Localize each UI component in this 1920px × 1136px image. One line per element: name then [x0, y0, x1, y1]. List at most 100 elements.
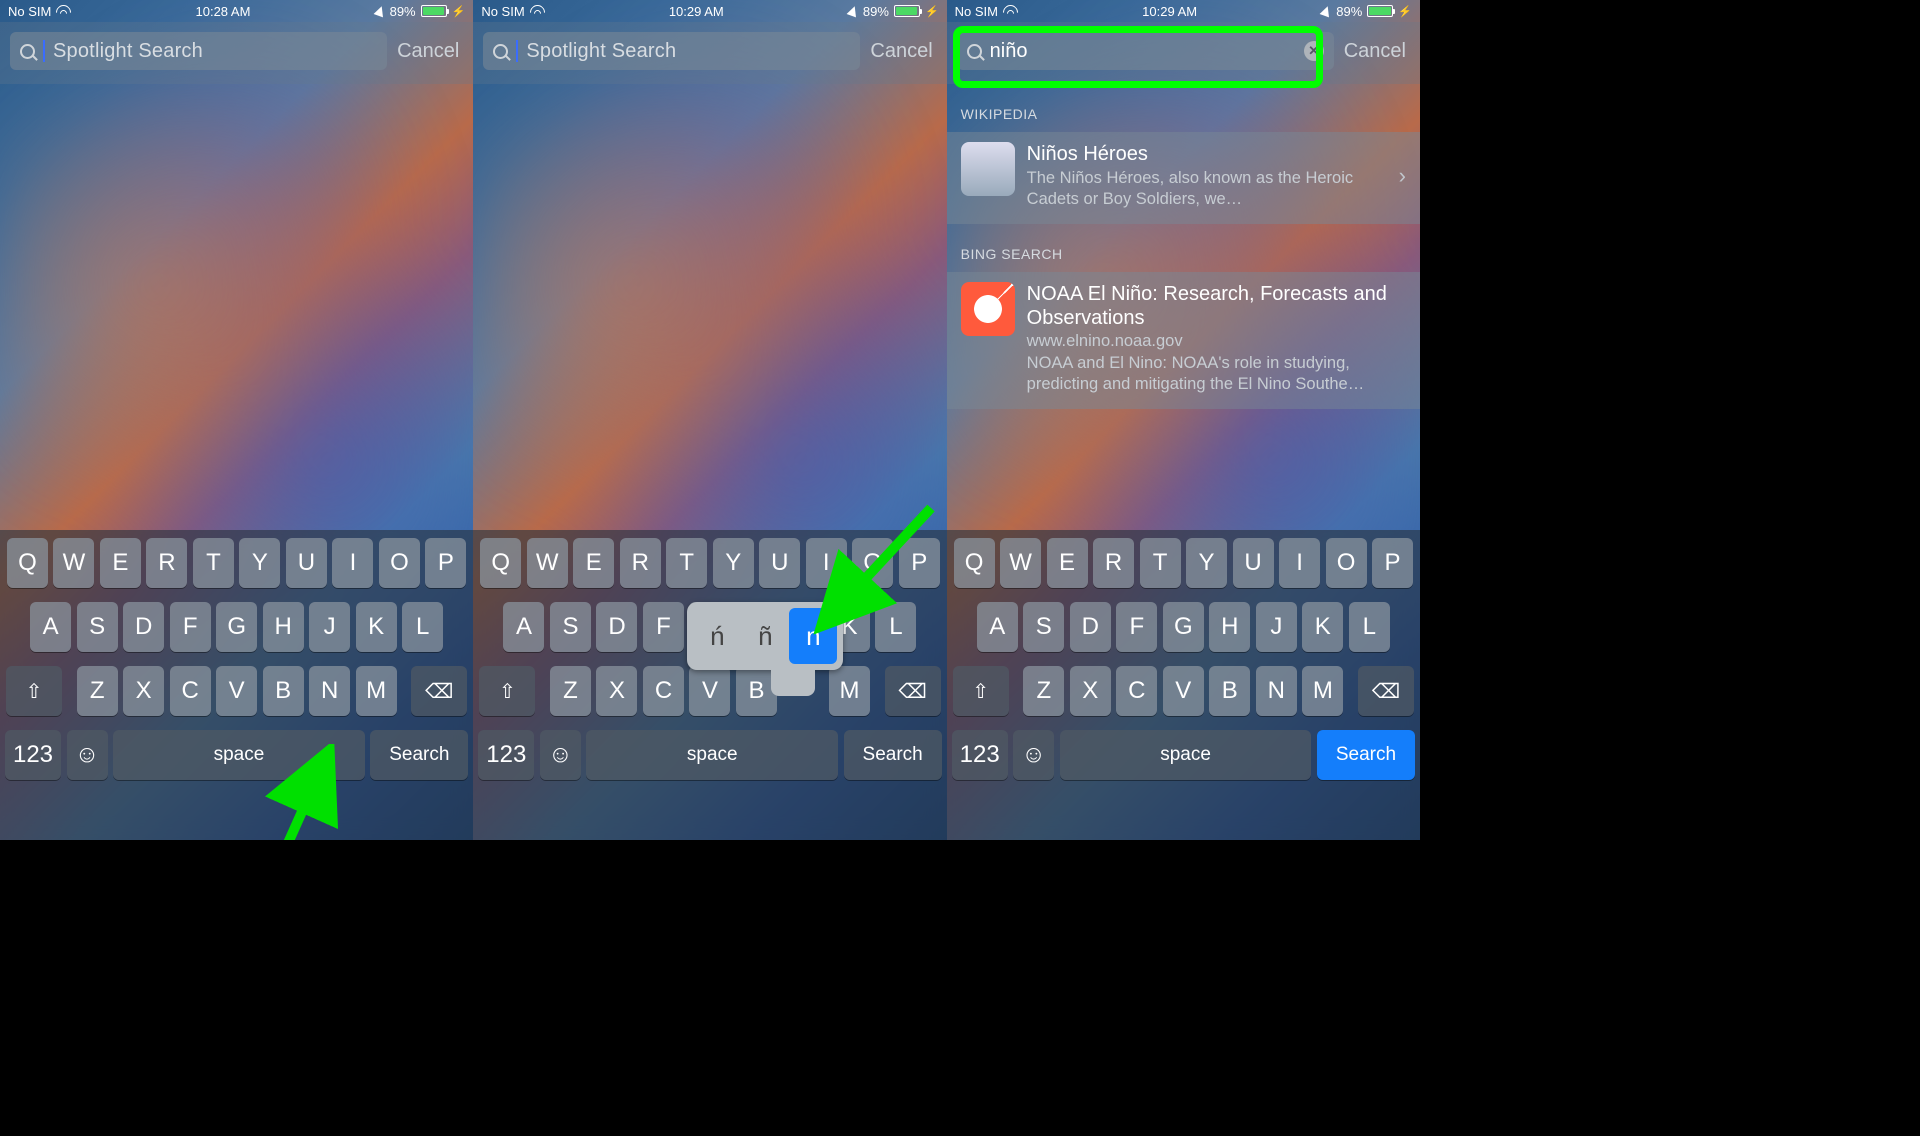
letter-key-d[interactable]: D: [596, 602, 637, 652]
letter-key-l[interactable]: L: [402, 602, 443, 652]
cancel-button[interactable]: Cancel: [397, 40, 463, 63]
backspace-key[interactable]: ⌫: [1358, 666, 1414, 716]
chevron-right-icon: ›: [1399, 163, 1406, 189]
letter-key-h[interactable]: H: [1209, 602, 1250, 652]
battery-icon: [894, 5, 920, 17]
letter-key-f[interactable]: F: [170, 602, 211, 652]
letter-key-z[interactable]: Z: [550, 666, 591, 716]
letter-key-w[interactable]: W: [53, 538, 94, 588]
letter-key-r[interactable]: R: [620, 538, 661, 588]
letter-key-g[interactable]: G: [216, 602, 257, 652]
letter-key-v[interactable]: V: [689, 666, 730, 716]
letter-key-q[interactable]: Q: [954, 538, 995, 588]
shift-key[interactable]: ⇧: [479, 666, 535, 716]
letter-key-c[interactable]: C: [643, 666, 684, 716]
letter-key-x[interactable]: X: [596, 666, 637, 716]
letter-key-y[interactable]: Y: [239, 538, 280, 588]
letter-key-p[interactable]: P: [1372, 538, 1413, 588]
emoji-key[interactable]: ☺: [540, 730, 581, 780]
number-toggle-key[interactable]: 123: [952, 730, 1008, 780]
letter-key-t[interactable]: T: [193, 538, 234, 588]
backspace-key[interactable]: ⌫: [411, 666, 467, 716]
letter-key-e[interactable]: E: [573, 538, 614, 588]
letter-key-q[interactable]: Q: [480, 538, 521, 588]
letter-key-f[interactable]: F: [1116, 602, 1157, 652]
search-key[interactable]: Search: [370, 730, 468, 780]
letter-key-m[interactable]: M: [1302, 666, 1343, 716]
letter-key-u[interactable]: U: [286, 538, 327, 588]
wikipedia-result[interactable]: Niños Héroes The Niños Héroes, also know…: [947, 132, 1420, 224]
shift-key[interactable]: ⇧: [953, 666, 1009, 716]
clock: 10:29 AM: [669, 4, 724, 19]
letter-key-r[interactable]: R: [146, 538, 187, 588]
letter-key-o[interactable]: O: [379, 538, 420, 588]
letter-key-z[interactable]: Z: [77, 666, 118, 716]
letter-key-d[interactable]: D: [1070, 602, 1111, 652]
letter-key-e[interactable]: E: [1047, 538, 1088, 588]
letter-key-t[interactable]: T: [666, 538, 707, 588]
location-icon: [373, 5, 386, 18]
search-input[interactable]: Spotlight Search: [10, 32, 387, 70]
letter-key-z[interactable]: Z: [1023, 666, 1064, 716]
letter-key-j[interactable]: J: [1256, 602, 1297, 652]
search-key[interactable]: Search: [844, 730, 942, 780]
search-key[interactable]: Search: [1317, 730, 1415, 780]
letter-key-c[interactable]: C: [170, 666, 211, 716]
letter-key-c[interactable]: C: [1116, 666, 1157, 716]
search-input[interactable]: Spotlight Search: [483, 32, 860, 70]
emoji-key[interactable]: ☺: [1013, 730, 1054, 780]
number-toggle-key[interactable]: 123: [478, 730, 534, 780]
letter-key-r[interactable]: R: [1093, 538, 1134, 588]
letter-key-y[interactable]: Y: [1186, 538, 1227, 588]
letter-key-a[interactable]: A: [503, 602, 544, 652]
number-toggle-key[interactable]: 123: [5, 730, 61, 780]
letter-key-u[interactable]: U: [759, 538, 800, 588]
letter-key-e[interactable]: E: [100, 538, 141, 588]
letter-key-g[interactable]: G: [1163, 602, 1204, 652]
letter-key-w[interactable]: W: [1000, 538, 1041, 588]
letter-key-f[interactable]: F: [643, 602, 684, 652]
letter-key-n[interactable]: N: [309, 666, 350, 716]
battery-pct: 89%: [390, 4, 416, 19]
emoji-key[interactable]: ☺: [67, 730, 108, 780]
cancel-button[interactable]: Cancel: [870, 40, 936, 63]
cancel-button[interactable]: Cancel: [1344, 40, 1410, 63]
letter-key-m[interactable]: M: [829, 666, 870, 716]
letter-key-k[interactable]: K: [1302, 602, 1343, 652]
letter-key-p[interactable]: P: [425, 538, 466, 588]
letter-key-l[interactable]: L: [1349, 602, 1390, 652]
shift-key[interactable]: ⇧: [6, 666, 62, 716]
letter-key-i[interactable]: I: [1279, 538, 1320, 588]
letter-key-v[interactable]: V: [1163, 666, 1204, 716]
letter-key-d[interactable]: D: [123, 602, 164, 652]
letter-key-h[interactable]: H: [263, 602, 304, 652]
letter-key-s[interactable]: S: [1023, 602, 1064, 652]
text-caret: [43, 40, 45, 62]
accent-option-ñ[interactable]: ñ: [741, 608, 789, 664]
letter-key-w[interactable]: W: [527, 538, 568, 588]
letter-key-v[interactable]: V: [216, 666, 257, 716]
accent-option-ń[interactable]: ń: [693, 608, 741, 664]
letter-key-b[interactable]: B: [1209, 666, 1250, 716]
letter-key-s[interactable]: S: [550, 602, 591, 652]
letter-key-q[interactable]: Q: [7, 538, 48, 588]
space-key[interactable]: space: [1060, 730, 1312, 780]
letter-key-x[interactable]: X: [1070, 666, 1111, 716]
space-key[interactable]: space: [586, 730, 838, 780]
letter-key-a[interactable]: A: [977, 602, 1018, 652]
letter-key-n[interactable]: N: [1256, 666, 1297, 716]
letter-key-y[interactable]: Y: [713, 538, 754, 588]
letter-key-u[interactable]: U: [1233, 538, 1274, 588]
letter-key-a[interactable]: A: [30, 602, 71, 652]
bing-result[interactable]: NOAA El Niño: Research, Forecasts and Ob…: [947, 272, 1420, 409]
backspace-key[interactable]: ⌫: [885, 666, 941, 716]
letter-key-j[interactable]: J: [309, 602, 350, 652]
letter-key-s[interactable]: S: [77, 602, 118, 652]
letter-key-t[interactable]: T: [1140, 538, 1181, 588]
letter-key-i[interactable]: I: [332, 538, 373, 588]
letter-key-o[interactable]: O: [1326, 538, 1367, 588]
letter-key-x[interactable]: X: [123, 666, 164, 716]
letter-key-k[interactable]: K: [356, 602, 397, 652]
letter-key-b[interactable]: B: [263, 666, 304, 716]
letter-key-m[interactable]: M: [356, 666, 397, 716]
